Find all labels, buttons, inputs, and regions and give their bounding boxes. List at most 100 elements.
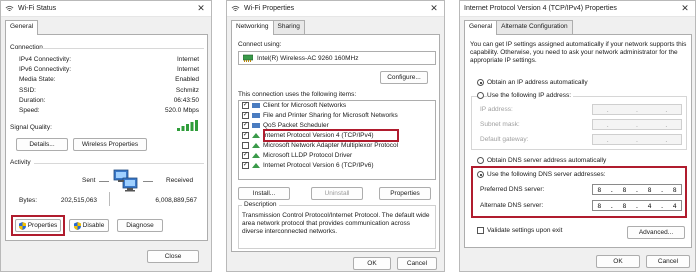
highlight-box [263,129,399,142]
subnet-mask-label: Subnet mask: [480,121,520,128]
item-checkbox[interactable]: ✓ [242,122,249,129]
item-checkbox[interactable]: ✓ [242,162,249,169]
list-item[interactable]: ✓ Client for Microsoft Networks [242,102,346,109]
ok-button[interactable]: OK [353,257,391,270]
obtain-ip-auto-label[interactable]: Obtain an IP address automatically [487,79,588,86]
close-icon[interactable]: ✕ [427,2,441,15]
divider [34,163,204,164]
duration-label: Duration: [19,97,46,104]
disable-button[interactable]: Disable [69,219,109,232]
item-label: Microsoft Network Adapter Multiplexor Pr… [263,142,399,149]
ipv4-properties-window: Internet Protocol Version 4 (TCP/IPv4) P… [459,0,696,272]
highlight-box [471,166,687,218]
activity-header: Activity [10,159,31,166]
protocol-icon [252,132,260,138]
diagnose-button[interactable]: Diagnose [117,219,163,232]
configure-button[interactable]: Configure... [380,71,428,84]
items-label: This connection uses the following items… [238,91,357,98]
ok-button[interactable]: OK [596,255,640,268]
tab-strip: General Alternate Configuration [464,20,573,35]
tab-sharing[interactable]: Sharing [272,20,305,34]
description-text: Transmission Control Protocol/Internet P… [242,212,430,235]
item-checkbox[interactable]: ✓ [242,132,249,139]
item-label: Microsoft LLDP Protocol Driver [263,152,353,159]
uninstall-button[interactable]: Uninstall [311,187,363,200]
tab-general[interactable]: General [464,20,498,35]
wifi-properties-titlebar: Wi-Fi Properties [227,1,444,17]
window-title: Wi-Fi Properties [244,5,295,12]
protocol-icon [252,122,260,128]
ip-address-label: IP address: [480,106,513,113]
close-icon[interactable]: ✕ [678,2,692,15]
bytes-divider [109,192,110,206]
divider [40,48,204,49]
computers-icon [113,169,138,192]
networking-panel: Connect using: Intel(R) Wireless-AC 9260… [231,34,440,252]
subnet-mask-field[interactable]: ... [592,119,682,130]
item-properties-button[interactable]: Properties [379,187,431,200]
speed-value: 520.0 Mbps [165,107,199,114]
signal-quality-label: Signal Quality: [10,124,52,131]
ipv4-connectivity-label: IPv4 Connectivity: [19,56,72,63]
connection-header: Connection [10,44,43,51]
obtain-dns-auto-radio[interactable] [477,157,484,164]
protocol-icon [252,112,260,118]
default-gateway-field[interactable]: ... [592,134,682,145]
general-panel: Connection IPv4 Connectivity: Internet I… [5,34,208,241]
ssid-value: Schmitz [175,87,199,94]
protocol-icon [252,162,260,168]
wifi-icon [231,5,240,11]
validate-checkbox[interactable] [477,227,484,234]
bytes-sent-value: 202,515,063 [60,197,97,204]
wifi-status-window: Wi-Fi Status ✕ General Connection IPv4 C… [0,0,212,272]
item-label: QoS Packet Scheduler [263,122,329,129]
ssid-label: SSID: [19,87,36,94]
item-checkbox[interactable] [242,142,249,149]
network-adapter-icon [243,54,253,62]
tab-strip: General [5,20,39,35]
item-checkbox[interactable]: ✓ [242,112,249,119]
ipv6-connectivity-label: IPv6 Connectivity: [19,66,72,73]
use-following-ip-radio[interactable] [477,92,484,99]
default-gateway-label: Default gateway: [480,136,529,143]
item-checkbox[interactable]: ✓ [242,102,249,109]
wifi-status-titlebar: Wi-Fi Status [1,1,211,17]
tab-alternate-configuration[interactable]: Alternate Configuration [496,20,573,34]
speed-label: Speed: [19,107,40,114]
cancel-button[interactable]: Cancel [646,255,690,268]
wifi-properties-window: Wi-Fi Properties ✕ Networking Sharing Co… [226,0,445,272]
list-item[interactable]: ✓ Microsoft LLDP Protocol Driver [242,152,352,159]
item-checkbox[interactable]: ✓ [242,152,249,159]
shield-icon [73,221,81,230]
media-state-label: Media State: [19,76,56,83]
wireless-properties-button[interactable]: Wireless Properties [73,138,147,151]
cancel-button[interactable]: Cancel [397,257,437,270]
install-button[interactable]: Install... [238,187,290,200]
close-icon[interactable]: ✕ [194,2,208,15]
advanced-button[interactable]: Advanced... [627,226,685,239]
description-label: Description [242,201,279,208]
details-button[interactable]: Details... [16,138,68,151]
obtain-dns-auto-label[interactable]: Obtain DNS server address automatically [487,157,606,164]
list-item[interactable]: Microsoft Network Adapter Multiplexor Pr… [242,142,398,149]
list-item[interactable]: ✓ File and Printer Sharing for Microsoft… [242,112,398,119]
media-state-value: Enabled [175,76,199,83]
close-button[interactable]: Close [147,250,199,263]
connect-using-label: Connect using: [238,41,282,48]
use-following-ip-label[interactable]: Use the following IP address: [487,92,574,99]
tab-networking[interactable]: Networking [231,20,274,35]
obtain-ip-auto-radio[interactable] [477,79,484,86]
list-item[interactable]: ✓ Internet Protocol Version 6 (TCP/IPv6) [242,162,374,169]
validate-label[interactable]: Validate settings upon exit [487,227,562,234]
protocol-icon [252,102,260,108]
list-item[interactable]: ✓ QoS Packet Scheduler [242,122,329,129]
adapter-name: Intel(R) Wireless-AC 9260 160MHz [257,54,359,62]
window-title: Wi-Fi Status [18,5,57,12]
protocol-icon [252,152,260,158]
adapter-field: Intel(R) Wireless-AC 9260 160MHz [238,51,436,65]
ipv4-properties-titlebar: Internet Protocol Version 4 (TCP/IPv4) P… [460,1,695,17]
window-title: Internet Protocol Version 4 (TCP/IPv4) P… [464,5,617,12]
item-label: Client for Microsoft Networks [263,102,347,109]
tab-general[interactable]: General [5,20,39,35]
ip-address-field[interactable]: ... [592,104,682,115]
